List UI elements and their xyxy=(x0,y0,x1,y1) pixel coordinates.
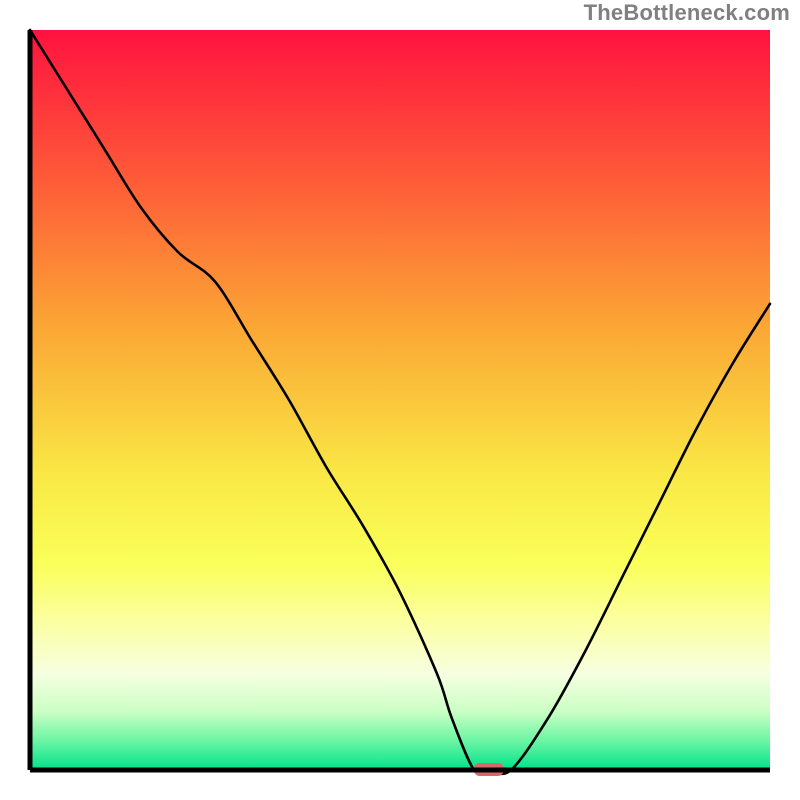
attribution-text: TheBottleneck.com xyxy=(584,0,790,26)
chart-background xyxy=(30,30,770,770)
bottleneck-chart xyxy=(0,0,800,800)
